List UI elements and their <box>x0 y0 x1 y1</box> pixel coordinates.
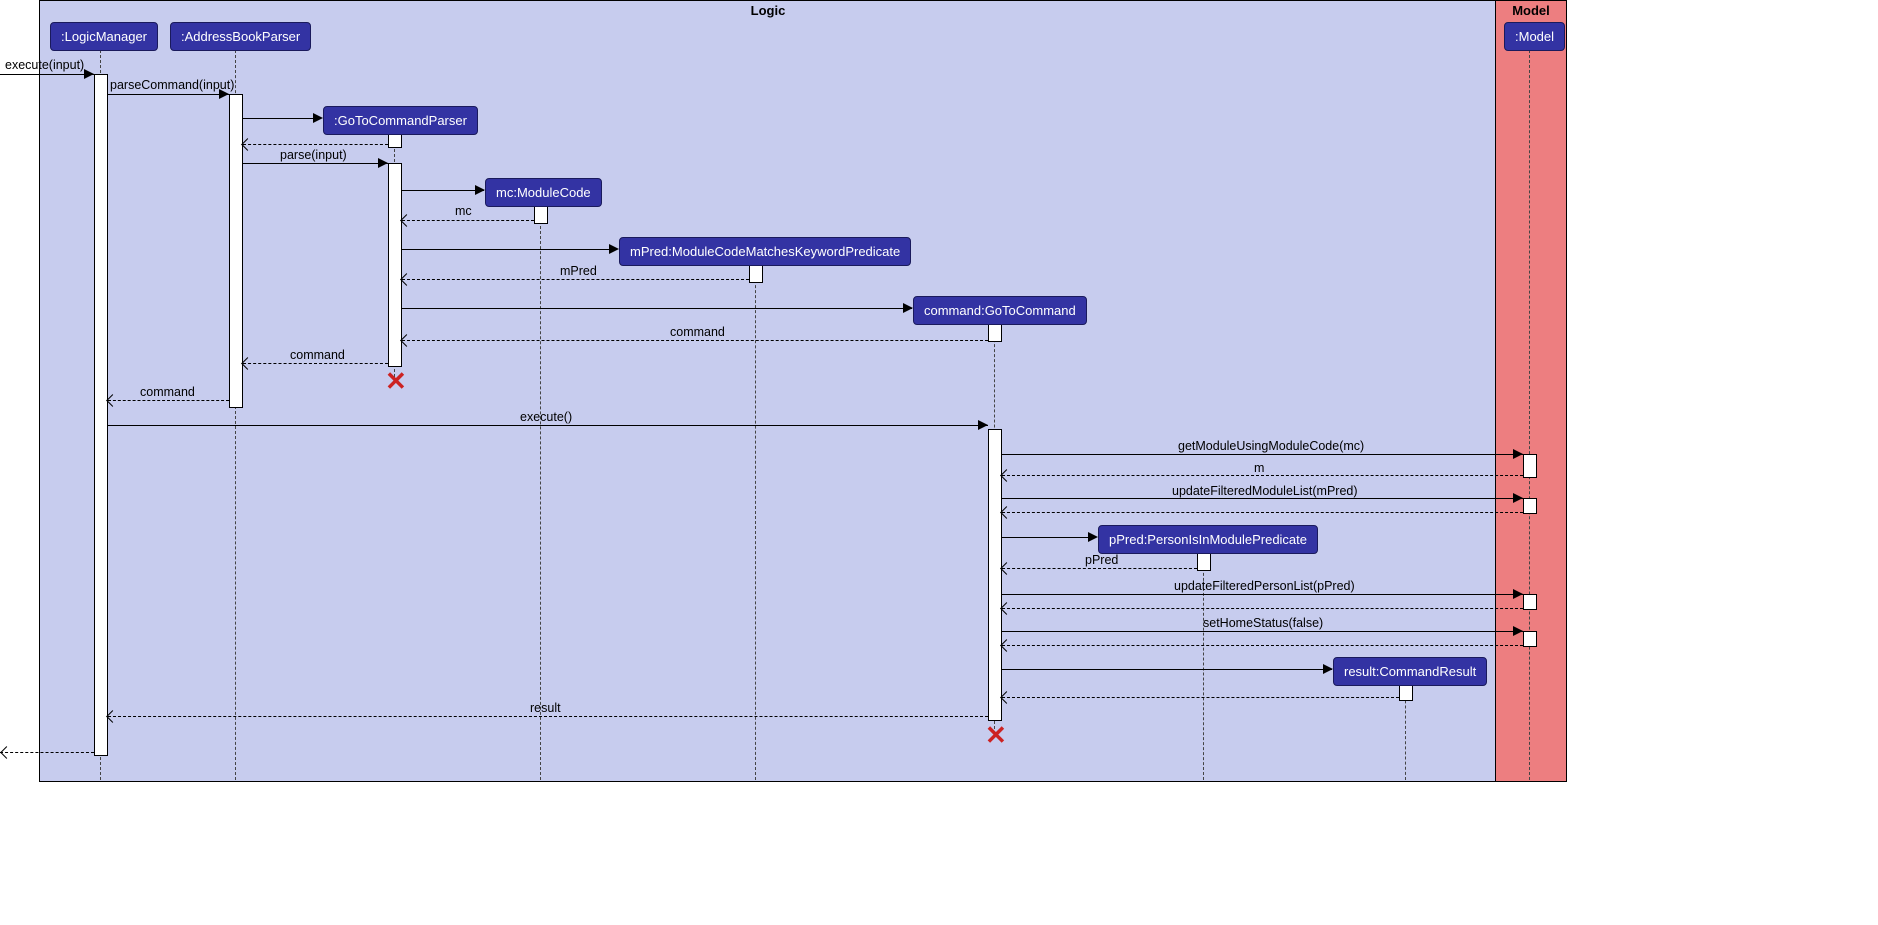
label-return-mpred: mPred <box>560 264 597 278</box>
arrow-updateperson <box>1002 594 1523 595</box>
model-region: Model <box>1495 0 1567 782</box>
label-return-command3: command <box>140 385 195 399</box>
arrow-create-mc <box>402 190 484 191</box>
destroy-gotocmd-icon: ✕ <box>985 720 1007 751</box>
goto-command-activation-2 <box>988 429 1002 721</box>
label-return-m: m <box>1254 461 1264 475</box>
label-sethome: setHomeStatus(false) <box>1203 616 1323 630</box>
destroy-gotoparser-icon: ✕ <box>385 366 407 397</box>
arrow-create-gotocmd <box>402 308 912 309</box>
arrow-return-createresult <box>1002 697 1399 698</box>
ppred-head: pPred:PersonIsInModulePredicate <box>1098 525 1318 554</box>
arrowhead-create-mc <box>475 185 485 195</box>
arrowhead-execute <box>978 420 988 430</box>
logic-manager-head: :LogicManager <box>50 22 158 51</box>
label-return-ppred: pPred <box>1085 553 1118 567</box>
gotoparser-activation-1 <box>388 134 402 148</box>
addressbook-parser-head: :AddressBookParser <box>170 22 311 51</box>
goto-command-parser-head: :GoToCommandParser <box>323 106 478 135</box>
model-title: Model <box>1496 3 1566 18</box>
arrowhead-create-gotoparser <box>313 113 323 123</box>
arrow-return-result <box>108 716 988 717</box>
arrow-return-updateperson <box>1002 608 1523 609</box>
model-head: :Model <box>1504 22 1565 51</box>
arrowhead-updateperson <box>1513 589 1523 599</box>
module-code-activation <box>534 206 548 224</box>
module-code-head: mc:ModuleCode <box>485 178 602 207</box>
arrow-execute <box>108 425 988 426</box>
mpred-activation <box>749 265 763 283</box>
goto-command-activation-1 <box>988 324 1002 342</box>
arrow-return-ppred <box>1002 568 1197 569</box>
arrow-updatemodule <box>1002 498 1523 499</box>
arrow-execute-input <box>0 74 94 75</box>
arrow-return-mc <box>402 220 534 221</box>
arrow-parsecommand <box>108 94 229 95</box>
arrowhead-parse-input <box>378 158 388 168</box>
label-return-mc: mc <box>455 204 472 218</box>
label-parsecommand: parseCommand(input) <box>110 78 234 92</box>
arrowhead-create-mpred <box>609 244 619 254</box>
arrow-return-command3 <box>108 400 229 401</box>
arrow-create-mpred <box>402 249 617 250</box>
label-execute: execute() <box>520 410 572 424</box>
label-getmodule: getModuleUsingModuleCode(mc) <box>1178 439 1364 453</box>
arrow-parse-input <box>243 163 388 164</box>
model-activation-1 <box>1523 454 1537 478</box>
arrowhead-create-gotocmd <box>903 303 913 313</box>
arrow-sethome <box>1002 631 1523 632</box>
mpred-head: mPred:ModuleCodeMatchesKeywordPredicate <box>619 237 911 266</box>
model-lifeline <box>1529 50 1530 780</box>
arrow-getmodule <box>1002 454 1523 455</box>
model-activation-3 <box>1523 594 1537 610</box>
arrowhead-updatemodule <box>1513 493 1523 503</box>
arrow-return-mpred <box>402 279 749 280</box>
model-activation-2 <box>1523 498 1537 514</box>
label-return-command1: command <box>670 325 725 339</box>
addressbook-parser-activation <box>229 94 243 408</box>
arrow-create-gotoparser <box>243 118 321 119</box>
sequence-diagram: Logic Model :LogicManager :AddressBookPa… <box>0 0 1878 925</box>
label-updatemodule: updateFilteredModuleList(mPred) <box>1172 484 1358 498</box>
arrow-final-return <box>0 752 94 753</box>
arrow-create-ppred <box>1002 537 1096 538</box>
label-execute-input: execute(input) <box>5 58 84 72</box>
arrow-create-result <box>1002 669 1332 670</box>
arrow-return-gotoparser <box>243 144 388 145</box>
arrowhead-create-ppred <box>1088 532 1098 542</box>
arrowhead-final-return <box>0 746 13 759</box>
command-result-head: result:CommandResult <box>1333 657 1487 686</box>
arrowhead-create-result <box>1323 664 1333 674</box>
arrow-return-command1 <box>402 340 988 341</box>
goto-command-head: command:GoToCommand <box>913 296 1087 325</box>
label-return-command2: command <box>290 348 345 362</box>
label-updateperson: updateFilteredPersonList(pPred) <box>1174 579 1355 593</box>
label-return-result: result <box>530 701 561 715</box>
logic-title: Logic <box>40 3 1496 18</box>
arrow-return-sethome <box>1002 645 1523 646</box>
arrowhead-sethome <box>1513 626 1523 636</box>
command-result-activation <box>1399 685 1413 701</box>
label-parse-input: parse(input) <box>280 148 347 162</box>
ppred-activation <box>1197 553 1211 571</box>
model-activation-4 <box>1523 631 1537 647</box>
arrow-return-updatemodule <box>1002 512 1523 513</box>
logic-manager-activation <box>94 74 108 756</box>
arrowhead-getmodule <box>1513 449 1523 459</box>
mpred-lifeline <box>755 265 756 780</box>
gotoparser-activation-2 <box>388 163 402 367</box>
module-code-lifeline <box>540 206 541 780</box>
arrowhead-execute-input <box>84 69 94 79</box>
arrow-return-m <box>1002 475 1523 476</box>
arrow-return-command2 <box>243 363 388 364</box>
